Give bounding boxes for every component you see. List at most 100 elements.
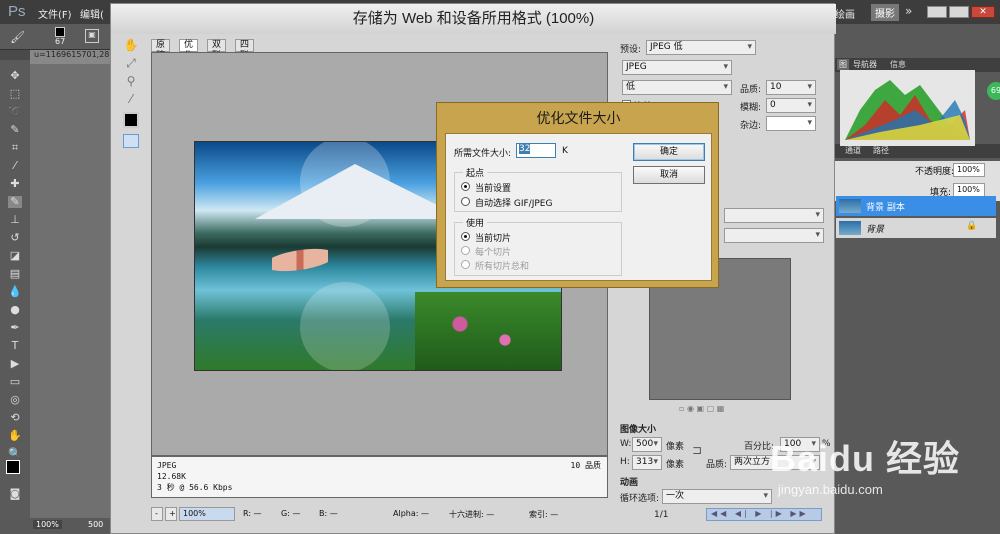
tab-channels[interactable]: 通道 <box>845 145 861 156</box>
zoom-in-button[interactable]: + <box>165 507 177 521</box>
3d-orbit-icon[interactable]: ⟲ <box>8 412 22 424</box>
info-size: 12.68K <box>157 472 186 481</box>
zoom-tool-icon[interactable]: 🔍 <box>8 448 22 460</box>
foreground-color[interactable] <box>6 460 20 474</box>
document-tab[interactable]: u=1169615701,28 <box>30 50 110 64</box>
quick-mask-icon[interactable]: ◙ <box>8 488 22 500</box>
info-format: JPEG <box>157 461 177 470</box>
preset-label: 预设: <box>620 45 642 55</box>
color-profile-select[interactable] <box>724 208 824 223</box>
gradient-tool-icon[interactable]: ▤ <box>8 268 22 280</box>
matte-select[interactable] <box>766 116 816 131</box>
blur-field[interactable]: 0 <box>766 98 816 113</box>
tab-navigator[interactable]: 导航器 <box>853 59 877 70</box>
close-app-button[interactable]: ✕ <box>971 6 995 18</box>
start-group: 起点 当前设置 自动选择 GIF/JPEG <box>454 166 622 212</box>
history-brush-icon[interactable]: ↺ <box>8 232 22 244</box>
radio-current-slice[interactable] <box>461 232 470 241</box>
eraser-tool-icon[interactable]: ◪ <box>8 250 22 262</box>
height-field[interactable]: 313 <box>632 455 662 470</box>
workspace-painting[interactable]: 绘画 <box>835 6 855 21</box>
dodge-tool-icon[interactable]: ● <box>8 304 22 316</box>
menu-edit[interactable]: 编辑( <box>80 6 104 21</box>
watermark-url: jingyan.baidu.com <box>778 482 883 497</box>
link-icon[interactable]: ⊐ <box>692 443 702 457</box>
tab-optimized[interactable]: 优化 <box>179 39 199 61</box>
use-group: 使用 当前切片 每个切片 所有切片总和 <box>454 216 622 276</box>
layer-row[interactable]: 背景 🔒 <box>836 218 996 238</box>
opacity-field[interactable]: 100% <box>953 163 985 177</box>
shape-tool-icon[interactable]: ▭ <box>8 376 22 388</box>
optimize-file-size-dialog: 优化文件大小 所需文件大小: 32 K 确定 取消 起点 当前设置 自动选择 G… <box>436 102 719 288</box>
cancel-button[interactable]: 取消 <box>633 166 705 184</box>
quality-field[interactable]: 10 <box>766 80 816 95</box>
stamp-tool-icon[interactable]: ⊥ <box>8 214 22 226</box>
opacity-label: 不透明度: <box>915 167 955 177</box>
hand-tool-icon[interactable]: ✋ <box>123 38 139 54</box>
lasso-tool-icon[interactable]: ➰ <box>8 106 22 118</box>
radio-auto-select[interactable] <box>461 197 470 206</box>
tab-2up[interactable]: 双联 <box>207 39 227 61</box>
loop-select[interactable]: 一次 <box>662 489 772 504</box>
channels-tabbar: 通道 路径 <box>835 144 1000 158</box>
lock-icon: 🔒 <box>966 221 978 231</box>
brush-preview[interactable] <box>55 27 65 37</box>
readout-index: 索引: — <box>529 510 559 519</box>
image-mountain <box>255 164 465 219</box>
frame-counter: 1/1 <box>654 510 669 520</box>
image-flowers <box>415 292 561 370</box>
radio-total-slices[interactable] <box>461 260 470 269</box>
quality-label: 品质: <box>740 85 762 95</box>
layer-row-selected[interactable]: 背景 副本 <box>836 196 996 216</box>
type-tool-icon[interactable]: T <box>8 340 22 352</box>
desired-size-input[interactable]: 32 <box>516 143 556 158</box>
histogram <box>840 70 975 146</box>
preset-select[interactable]: JPEG 低 <box>646 40 756 55</box>
fill-field[interactable]: 100% <box>953 183 985 197</box>
marquee-tool-icon[interactable]: ⬚ <box>8 88 22 100</box>
quality-level-select[interactable]: 低 <box>622 80 732 95</box>
desired-size-value: 32 <box>519 144 531 154</box>
zoom-out-button[interactable]: - <box>151 507 163 521</box>
pen-tool-icon[interactable]: ✒ <box>8 322 22 334</box>
tab-info[interactable]: 信息 <box>890 59 906 70</box>
eyedropper-tool-icon[interactable]: ⁄ <box>8 160 22 172</box>
radio-each-slice[interactable] <box>461 246 470 255</box>
slice-select-icon[interactable]: ⤢ <box>123 56 139 72</box>
width-field[interactable]: 500 <box>632 437 662 452</box>
more-workspaces-icon[interactable]: » <box>905 4 912 18</box>
workspace-photography[interactable]: 摄影 <box>871 4 899 21</box>
blur-tool-icon[interactable]: 💧 <box>8 286 22 298</box>
metadata-select[interactable] <box>724 228 824 243</box>
move-tool-icon[interactable]: ✥ <box>8 70 22 82</box>
tab-original[interactable]: 原稿 <box>151 39 171 61</box>
eyedropper-color[interactable] <box>123 112 139 128</box>
radio-current-settings[interactable] <box>461 182 470 191</box>
3d-rotate-icon[interactable]: ◎ <box>8 394 22 406</box>
tab-paths[interactable]: 路径 <box>873 145 889 156</box>
status-doc-size: 500 <box>88 520 104 529</box>
eyedropper-icon[interactable]: ⁄ <box>123 92 139 108</box>
tab-4up[interactable]: 四联 <box>235 39 255 61</box>
tab-histogram[interactable]: 图 <box>837 59 849 70</box>
label-each-slice: 每个切片 <box>475 248 512 258</box>
hand-tool-icon[interactable]: ✋ <box>8 430 22 442</box>
zoom-select[interactable]: 100% <box>179 507 235 521</box>
restore-button[interactable] <box>949 6 969 18</box>
quick-select-tool-icon[interactable]: ✎ <box>8 124 22 136</box>
toggle-slices-icon[interactable] <box>123 134 139 148</box>
crop-tool-icon[interactable]: ⌗ <box>8 142 22 154</box>
brush-tool-icon[interactable]: ✎ <box>8 196 22 208</box>
status-zoom[interactable]: 100% <box>33 520 62 529</box>
minimize-button[interactable] <box>927 6 947 18</box>
zoom-tool-icon[interactable]: ⚲ <box>123 74 139 90</box>
menu-file[interactable]: 文件(F) <box>38 6 72 21</box>
brush-panel-icon[interactable]: ▣ <box>85 29 99 43</box>
ps-logo: Ps <box>8 3 26 20</box>
path-select-icon[interactable]: ▶ <box>8 358 22 370</box>
format-select[interactable]: JPEG <box>622 60 732 75</box>
healing-tool-icon[interactable]: ✚ <box>8 178 22 190</box>
ok-button[interactable]: 确定 <box>633 143 705 161</box>
color-table-icons[interactable]: ▫ ◉ ▣ ▢ ▦ <box>679 404 724 413</box>
brush-icon[interactable]: 🖌 <box>10 30 25 44</box>
